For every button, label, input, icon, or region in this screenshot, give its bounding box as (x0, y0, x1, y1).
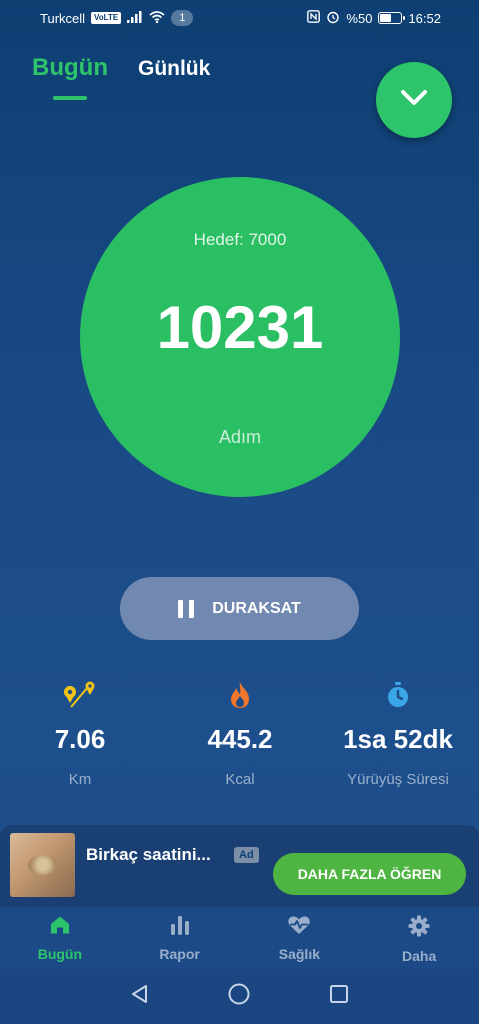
pause-button-label: DURAKSAT (212, 599, 301, 617)
clock: 16:52 (408, 10, 441, 26)
battery-icon (378, 12, 406, 24)
status-bar: Turkcell VoLTE 1 %50 16:52 (0, 0, 479, 36)
distance-label: Km (68, 771, 92, 788)
pause-button[interactable]: DURAKSAT (120, 577, 359, 640)
calories-value: 445.2 (207, 724, 273, 754)
nfc-icon (307, 10, 321, 26)
ad-badge: Ad (234, 847, 259, 863)
back-button[interactable] (125, 982, 155, 1012)
carrier-label: Turkcell (40, 10, 86, 26)
nav-label-rapor: Rapor (159, 946, 200, 962)
status-right: %50 16:52 (307, 10, 441, 27)
battery-percent: %50 (346, 10, 373, 26)
step-count: 10231 (156, 294, 324, 361)
heart-pulse-icon (287, 915, 311, 940)
ad-learn-more-button[interactable]: DAHA FAZLA ÖĞREN (273, 853, 466, 895)
step-unit-label: Adım (218, 427, 261, 447)
recents-square-icon (328, 983, 350, 1010)
nav-label-saglik: Sağlık (278, 946, 320, 962)
stat-walk-time: 1sa 52dk Yürüyüş Süresi (318, 680, 478, 788)
tab-bugun[interactable]: Bugün (32, 54, 108, 100)
notification-badge: 1 (171, 10, 194, 26)
map-pins-icon (0, 680, 160, 710)
nav-item-daha[interactable]: Daha (359, 907, 479, 969)
volte-badge: VoLTE (91, 12, 122, 24)
stat-distance: 7.06 Km (0, 680, 160, 788)
status-left: Turkcell VoLTE 1 (40, 10, 194, 26)
recents-button[interactable] (324, 982, 354, 1012)
wifi-icon (149, 10, 165, 26)
step-progress-circle: Hedef: 7000 10231 Adım (80, 177, 400, 497)
bottom-nav: Bugün Rapor Sağlık Daha (0, 907, 479, 969)
ad-banner[interactable]: Birkaç saatini... Ad DAHA FAZLA ÖĞREN (0, 825, 479, 907)
top-tabs: Bugün Günlük (32, 54, 210, 100)
back-triangle-icon (129, 983, 151, 1010)
alarm-icon (326, 10, 340, 27)
expand-button[interactable] (376, 62, 452, 138)
nav-item-rapor[interactable]: Rapor (120, 907, 240, 969)
nav-label-daha: Daha (402, 948, 437, 964)
ad-thumbnail-image[interactable] (10, 833, 75, 897)
stat-calories: 445.2 Kcal (160, 680, 320, 788)
tab-gunluk[interactable]: Günlük (138, 57, 210, 81)
gear-icon (408, 915, 430, 942)
home-circle-icon (227, 982, 251, 1011)
nav-item-bugun[interactable]: Bugün (0, 907, 120, 969)
nav-label-bugun: Bugün (37, 946, 83, 962)
bar-chart-icon (169, 915, 191, 940)
walk-time-value: 1sa 52dk (343, 724, 453, 754)
calories-label: Kcal (225, 771, 255, 788)
goal-label: Hedef: 7000 (193, 230, 287, 249)
stopwatch-icon (318, 680, 478, 710)
flame-icon (160, 680, 320, 710)
ad-title[interactable]: Birkaç saatini... (86, 845, 211, 865)
chevron-down-icon (399, 88, 429, 113)
signal-icon (127, 10, 143, 26)
pause-icon (178, 599, 195, 618)
distance-value: 7.06 (54, 724, 106, 754)
home-button[interactable] (224, 982, 254, 1012)
nav-item-saglik[interactable]: Sağlık (240, 907, 360, 969)
walk-time-label: Yürüyüş Süresi (347, 771, 449, 788)
home-icon (49, 915, 71, 940)
system-nav-bar (0, 969, 479, 1024)
